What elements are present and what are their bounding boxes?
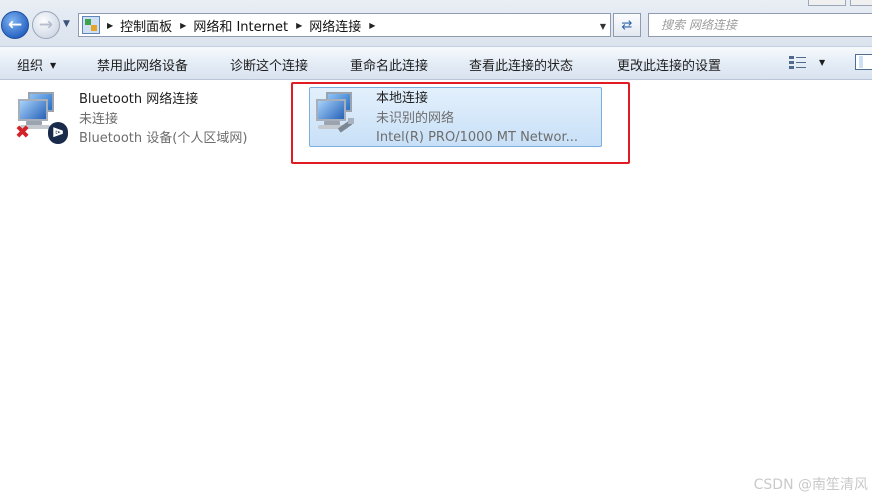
disconnected-x-icon: ✖ — [15, 122, 31, 143]
control-panel-icon — [82, 16, 100, 34]
organize-menu[interactable]: 组织 ▼ — [17, 55, 56, 74]
search-input[interactable] — [659, 17, 863, 33]
diagnose-button[interactable]: 诊断这个连接 — [230, 55, 308, 74]
breadcrumb-separator-icon[interactable]: ▶ — [107, 21, 113, 30]
view-dropdown-icon[interactable]: ▼ — [819, 58, 825, 67]
command-bar: 组织 ▼ 禁用此网络设备 诊断这个连接 重命名此连接 查看此连接的状态 更改此连接… — [0, 46, 872, 80]
change-settings-button[interactable]: 更改此连接的设置 — [617, 55, 721, 74]
bluetooth-icon: ᐉ — [48, 122, 68, 144]
connection-name: Bluetooth 网络连接 — [79, 92, 199, 107]
breadcrumb-network-connections[interactable]: 网络连接 — [309, 16, 361, 35]
connection-bluetooth[interactable]: ✖ ᐉ Bluetooth 网络连接 未连接 Bluetooth 设备(个人区域… — [14, 88, 274, 148]
annotation-highlight-box — [291, 82, 630, 164]
breadcrumb-separator-icon[interactable]: ▶ — [369, 21, 375, 30]
watermark: CSDN @南笙清风 — [753, 477, 868, 493]
breadcrumb-network-internet[interactable]: 网络和 Internet — [193, 16, 288, 35]
disable-device-button[interactable]: 禁用此网络设备 — [97, 55, 188, 74]
breadcrumb-control-panel[interactable]: 控制面板 — [120, 16, 172, 35]
window-button-edge[interactable] — [850, 0, 872, 6]
connection-device: Bluetooth 设备(个人区域网) — [79, 131, 248, 146]
preview-pane-icon[interactable] — [855, 54, 872, 70]
connection-status: 未连接 — [79, 111, 119, 127]
forward-arrow-icon: → — [38, 15, 54, 35]
breadcrumb-separator-icon[interactable]: ▶ — [180, 21, 186, 30]
back-button[interactable]: ← — [1, 11, 29, 39]
back-arrow-icon: ← — [7, 15, 23, 35]
refresh-button[interactable]: ⇄ — [613, 13, 641, 37]
organize-label: 组织 — [17, 59, 44, 74]
breadcrumb-separator-icon[interactable]: ▶ — [296, 21, 302, 30]
refresh-icon: ⇄ — [621, 17, 633, 33]
view-status-button[interactable]: 查看此连接的状态 — [469, 55, 573, 74]
connection-details: Bluetooth 网络连接 未连接 Bluetooth 设备(个人区域网) — [79, 90, 247, 149]
address-bar-row: ← → ▼ ▶ 控制面板 ▶ 网络和 Internet ▶ 网络连接 ▶ ▼ ⇄ — [0, 0, 872, 46]
address-dropdown-icon[interactable]: ▼ — [600, 22, 606, 31]
history-dropdown-icon[interactable]: ▼ — [63, 19, 70, 29]
rename-button[interactable]: 重命名此连接 — [350, 55, 428, 74]
window-button-edge[interactable] — [808, 0, 846, 6]
view-options-icon[interactable] — [789, 55, 807, 71]
search-box[interactable] — [648, 13, 872, 37]
forward-button[interactable]: → — [32, 11, 60, 39]
chevron-down-icon: ▼ — [50, 61, 57, 70]
address-box[interactable]: ▶ 控制面板 ▶ 网络和 Internet ▶ 网络连接 ▶ ▼ — [78, 13, 611, 37]
